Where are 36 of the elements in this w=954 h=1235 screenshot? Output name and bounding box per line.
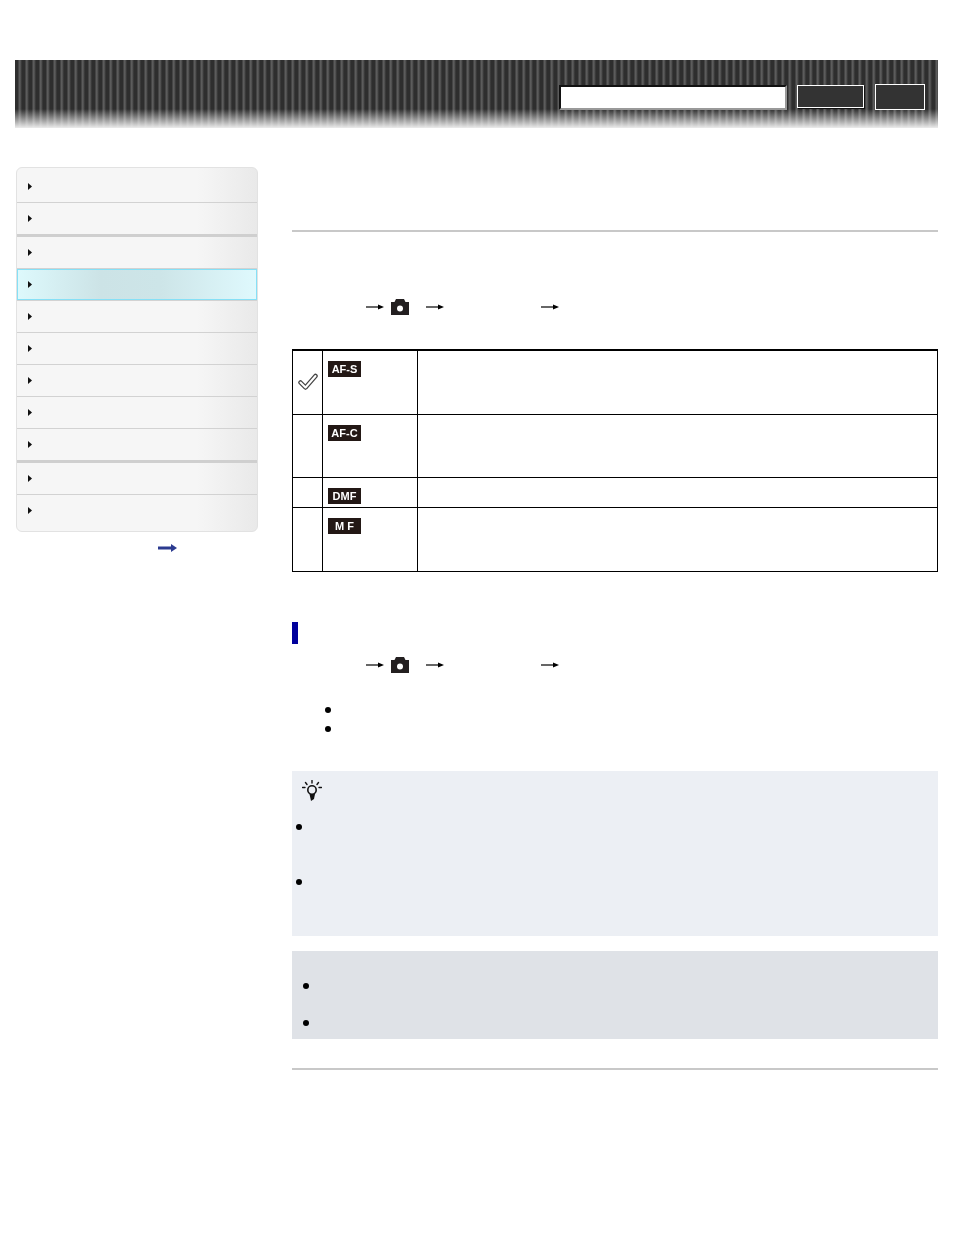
bullet-icon (325, 707, 331, 713)
header-button[interactable] (797, 85, 864, 108)
focus-mode-badge: AF-C (328, 424, 361, 441)
bullet-icon (296, 878, 302, 885)
lightbulb-icon (302, 779, 322, 802)
camera-icon (391, 299, 409, 315)
sidebar-item[interactable] (17, 269, 257, 300)
triangle-icon (28, 345, 32, 352)
bullet-icon (303, 982, 309, 989)
triangle-icon (28, 313, 32, 320)
arrow-right-icon (366, 661, 384, 668)
header-button[interactable] (875, 84, 925, 110)
bullet-icon (325, 726, 331, 732)
triangle-icon (28, 183, 32, 190)
arrow-right-icon (426, 304, 444, 310)
arrow-right-icon[interactable] (158, 544, 177, 552)
focus-mode-badge: DMF (328, 487, 361, 504)
triangle-icon (28, 281, 32, 288)
triangle-icon (28, 377, 32, 384)
triangle-icon (28, 441, 32, 448)
focus-mode-badge: AF-S (328, 361, 361, 377)
bullet-icon (296, 823, 302, 830)
search-field[interactable] (559, 85, 787, 110)
arrow-right-icon (541, 661, 559, 668)
triangle-icon (28, 409, 32, 416)
arrow-right-icon (366, 304, 384, 310)
arrow-right-icon (426, 661, 444, 668)
triangle-icon (28, 215, 32, 222)
triangle-icon (28, 507, 32, 514)
focus-mode-badge: M F (328, 517, 361, 534)
triangle-icon (28, 249, 32, 256)
camera-icon (391, 656, 409, 673)
triangle-icon (28, 475, 32, 482)
arrow-right-icon (541, 304, 559, 310)
bullet-icon (303, 1019, 309, 1026)
heading-bar (292, 621, 298, 644)
